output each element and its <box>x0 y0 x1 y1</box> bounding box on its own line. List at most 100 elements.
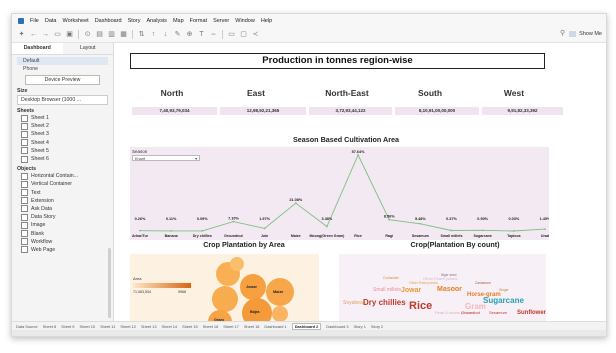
object-image[interactable]: Image <box>17 221 108 229</box>
sheet-tab[interactable]: Sheet 11 <box>100 324 115 329</box>
menu-window[interactable]: Window <box>235 18 255 24</box>
word-cloud-term[interactable]: Jowar <box>401 287 421 294</box>
object-extension[interactable]: Extension <box>17 197 108 205</box>
object-text[interactable]: Text <box>17 189 108 197</box>
menu-server[interactable]: Server <box>213 18 229 24</box>
word-cloud-term[interactable]: Horse-gram <box>467 292 501 298</box>
season-point[interactable] <box>326 225 328 228</box>
season-point[interactable] <box>450 229 453 232</box>
tab-layout[interactable]: Layout <box>63 43 114 54</box>
tableau-home-icon[interactable]: ✦ <box>18 31 25 38</box>
sheet-tab[interactable]: Sheet 17 <box>223 324 239 329</box>
sheet-item[interactable]: Sheet 2 <box>17 122 108 130</box>
sheet-tab[interactable]: Sheet 8 <box>43 324 56 329</box>
sort-asc-icon[interactable]: ↑ <box>150 31 157 38</box>
menu-map[interactable]: Map <box>173 18 184 24</box>
word-cloud-term[interactable]: Cardamom <box>475 281 491 285</box>
clear-icon[interactable]: ▦ <box>120 31 127 38</box>
new-datasource-icon[interactable]: ▣ <box>66 31 73 38</box>
bubble[interactable] <box>212 286 238 312</box>
bubble[interactable] <box>272 306 288 322</box>
swap-icon[interactable]: ⇅ <box>138 31 145 38</box>
object-workflow[interactable]: Workflow <box>17 238 108 246</box>
share-icon[interactable]: ⚲ <box>559 30 566 37</box>
season-point[interactable] <box>481 229 484 232</box>
forward-icon[interactable]: → <box>42 31 49 38</box>
season-point[interactable] <box>263 227 266 230</box>
sheet-tab[interactable]: Story 2 <box>371 324 383 329</box>
season-point[interactable] <box>512 230 515 232</box>
object-ask-data[interactable]: Ask Data <box>17 205 108 213</box>
sheet-item[interactable]: Sheet 3 <box>17 130 108 138</box>
menu-data[interactable]: Data <box>45 18 57 24</box>
sidebar-scrollbar[interactable] <box>108 248 111 318</box>
season-point[interactable] <box>419 222 422 225</box>
season-point[interactable] <box>357 154 359 156</box>
word-cloud-term[interactable]: Soyabean <box>343 300 366 306</box>
back-icon[interactable]: ← <box>30 31 37 38</box>
sheet-tab[interactable]: Sheet 16 <box>203 324 219 329</box>
bubble[interactable] <box>230 257 244 271</box>
fix-axes-icon[interactable]: ⇔ <box>210 31 217 38</box>
pause-icon[interactable]: ⊙ <box>84 31 91 38</box>
word-cloud-term[interactable]: Niger seed <box>441 273 456 277</box>
season-point[interactable] <box>544 228 546 230</box>
group-icon[interactable]: ⊕ <box>186 31 193 38</box>
season-point[interactable] <box>232 220 235 223</box>
sheet-tab[interactable]: Sheet 10 <box>79 324 95 329</box>
object-horizontal-container[interactable]: Horizontal Contain... <box>17 172 108 180</box>
season-point[interactable] <box>388 218 391 221</box>
menu-help[interactable]: Help <box>261 18 272 24</box>
season-point[interactable] <box>139 229 141 232</box>
menu-analysis[interactable]: Analysis <box>146 18 166 24</box>
sheet-tab[interactable]: Sheet 18 <box>244 324 260 329</box>
sheet-tab[interactable]: Dashboard 2 <box>291 322 322 330</box>
fit-icon[interactable]: ▭ <box>228 31 235 38</box>
device-default[interactable]: Default <box>17 57 108 65</box>
sheet-tab[interactable]: Sheet 13 <box>141 324 157 329</box>
season-point[interactable] <box>294 202 297 205</box>
save-icon[interactable]: ▭ <box>54 31 61 38</box>
sort-desc-icon[interactable]: ↓ <box>162 31 169 38</box>
presentation-icon[interactable]: ▢ <box>240 31 247 38</box>
highlight-icon[interactable]: ✎ <box>174 31 181 38</box>
share-icon[interactable]: ≺ <box>252 31 259 38</box>
sheet-tab[interactable]: Sheet 14 <box>162 324 178 329</box>
size-dropdown[interactable]: Desktop Browser (1000 ... <box>17 95 108 105</box>
object-blank[interactable]: Blank <box>17 229 108 238</box>
word-cloud-term[interactable]: Other Rabi pulses <box>409 281 438 285</box>
word-cloud-term[interactable]: Ginger <box>499 288 509 292</box>
sheet-tab[interactable]: Dashboard 3 <box>326 324 348 329</box>
object-data-story[interactable]: Data Story <box>17 213 108 221</box>
word-cloud-term[interactable]: Sesamum <box>489 310 507 315</box>
menu-file[interactable]: File <box>30 18 39 24</box>
word-cloud-term[interactable]: Sunflower <box>517 310 546 316</box>
object-vertical-container[interactable]: Vertical Container <box>17 180 108 188</box>
label-icon[interactable]: T <box>198 31 205 38</box>
sheet-item[interactable]: Sheet 1 <box>17 114 108 122</box>
menu-format[interactable]: Format <box>190 18 207 24</box>
device-phone[interactable]: Phone <box>17 65 108 73</box>
menu-worksheet[interactable]: Worksheet <box>63 18 89 24</box>
word-cloud-term[interactable]: Rice <box>409 300 432 312</box>
word-cloud-term[interactable]: Masoor <box>437 286 462 293</box>
season-point[interactable] <box>201 229 204 232</box>
word-cloud-term[interactable]: Groundnut <box>461 310 480 315</box>
menu-dashboard[interactable]: Dashboard <box>95 18 122 24</box>
device-preview-button[interactable]: Device Preview <box>25 75 100 85</box>
sheet-tab[interactable]: Sheet 12 <box>120 324 136 329</box>
season-point[interactable] <box>170 229 173 232</box>
word-cloud-term[interactable]: Coriander <box>383 276 399 280</box>
sheet-item[interactable]: Sheet 6 <box>17 155 108 163</box>
sheet-tab[interactable]: Dashboard 1 <box>264 324 286 329</box>
tab-dashboard[interactable]: Dashboard <box>12 43 63 54</box>
word-cloud-term[interactable]: Small millets <box>373 287 401 293</box>
sheet-tab[interactable]: Sheet 15 <box>182 324 198 329</box>
sheet-item[interactable]: Sheet 5 <box>17 147 108 155</box>
sheet-item[interactable]: Sheet 4 <box>17 139 108 147</box>
show-me-button[interactable]: ⚲ Show Me <box>559 30 602 37</box>
sheet-tab[interactable]: Data Source <box>16 324 38 329</box>
sheet-tab[interactable]: Sheet 9 <box>61 324 74 329</box>
menu-story[interactable]: Story <box>128 18 141 24</box>
sheet-tab[interactable]: Story 1 <box>354 324 366 329</box>
